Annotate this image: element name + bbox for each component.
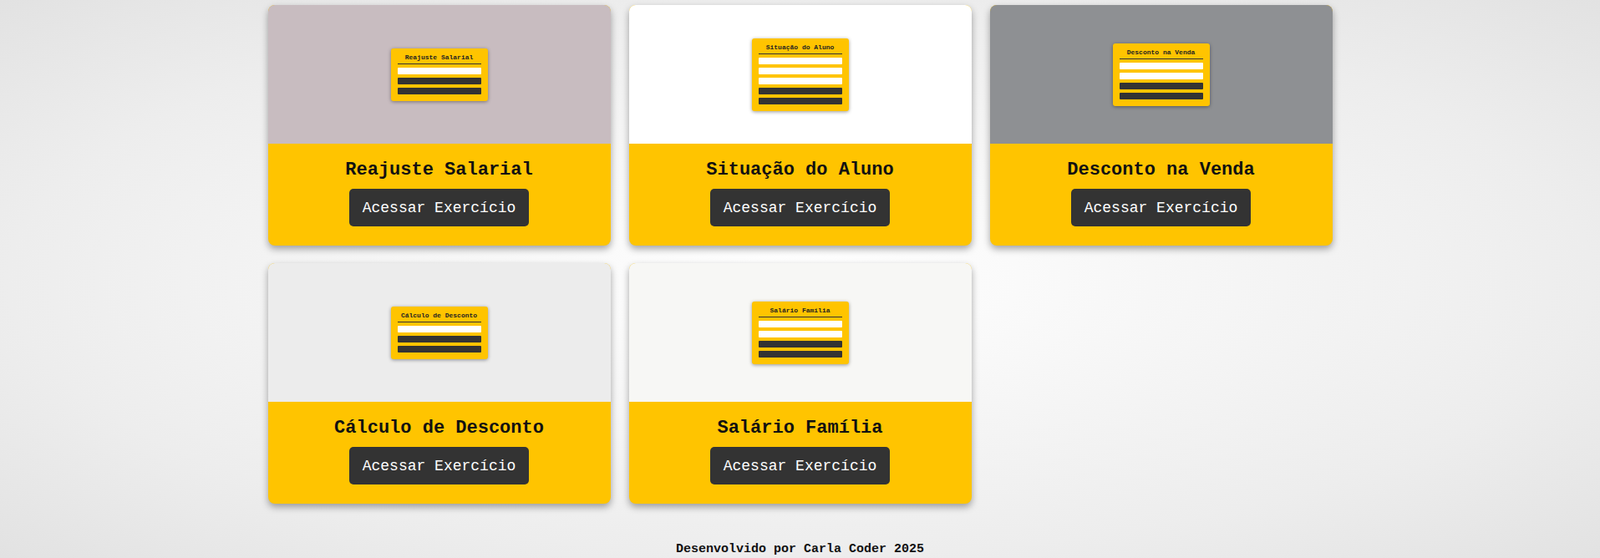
preview-button xyxy=(397,77,482,85)
card-title: Salário Família xyxy=(716,417,883,439)
preview-input xyxy=(1119,72,1204,80)
exercise-card: Salário Família Salário Família Acessar Ex… xyxy=(629,263,972,504)
card-title: Situação do Aluno xyxy=(706,159,894,181)
preview-panel: Reajuste Salarial xyxy=(391,48,488,102)
preview-title: Salário Família xyxy=(758,306,843,318)
preview-button xyxy=(758,350,843,358)
card-body: Reajuste Salarial Acessar Exercício xyxy=(268,143,611,246)
preview-button xyxy=(397,345,482,353)
card-preview: Cálculo de Desconto xyxy=(268,263,611,402)
preview-input xyxy=(758,320,843,328)
access-button[interactable]: Acessar Exercício xyxy=(349,446,530,485)
preview-button xyxy=(758,340,843,348)
preview-input xyxy=(758,330,843,338)
preview-title: Desconto na Venda xyxy=(1119,48,1204,60)
preview-panel: Salário Família xyxy=(751,301,849,365)
preview-button xyxy=(397,335,482,343)
footer: Desenvolvido por Carla Coder 2025 xyxy=(675,542,925,558)
card-preview: Reajuste Salarial xyxy=(268,5,611,144)
preview-input xyxy=(1119,62,1204,70)
exercise-card: Desconto na Venda Desconto na Venda Acessa… xyxy=(990,5,1333,246)
preview-panel: Desconto na Venda xyxy=(1112,43,1210,107)
card-body: Cálculo de Desconto Acessar Exercício xyxy=(268,401,611,504)
preview-input xyxy=(397,67,482,75)
card-body: Salário Família Acessar Exercício xyxy=(629,401,972,504)
preview-button xyxy=(397,87,482,95)
preview-input xyxy=(758,67,843,75)
card-body: Situação do Aluno Acessar Exercício xyxy=(629,143,972,246)
preview-panel: Cálculo de Desconto xyxy=(391,306,488,360)
page: Reajuste Salarial Reajuste Salarial Acessa… xyxy=(0,0,1600,558)
access-button[interactable]: Acessar Exercício xyxy=(710,188,891,227)
exercise-card: Cálculo de Desconto Cálculo de Desconto Ac… xyxy=(268,263,611,504)
preview-title: Cálculo de Desconto xyxy=(397,311,482,323)
preview-title: Reajuste Salarial xyxy=(397,53,482,65)
preview-button xyxy=(758,87,843,95)
access-button[interactable]: Acessar Exercício xyxy=(710,446,891,485)
card-preview: Desconto na Venda xyxy=(990,5,1333,144)
preview-panel: Situação do Aluno xyxy=(751,38,849,112)
preview-button xyxy=(1119,82,1204,90)
preview-button xyxy=(758,97,843,105)
access-button[interactable]: Acessar Exercício xyxy=(1071,188,1252,227)
preview-input xyxy=(758,57,843,65)
card-preview: Situação do Aluno xyxy=(629,5,972,144)
card-title: Reajuste Salarial xyxy=(345,159,533,181)
preview-title: Situação do Aluno xyxy=(758,43,843,55)
card-title: Desconto na Venda xyxy=(1066,159,1255,181)
card-title: Cálculo de Desconto xyxy=(334,417,544,439)
card-preview: Salário Família xyxy=(629,263,972,402)
exercise-grid: Reajuste Salarial Reajuste Salarial Acessa… xyxy=(268,5,1333,504)
preview-input xyxy=(758,77,843,85)
preview-button xyxy=(1119,92,1204,100)
preview-input xyxy=(397,325,482,333)
exercise-card: Situação do Aluno Situação do Aluno Acessa… xyxy=(629,5,972,246)
access-button[interactable]: Acessar Exercício xyxy=(349,188,530,227)
exercise-card: Reajuste Salarial Reajuste Salarial Acessa… xyxy=(268,5,611,246)
card-body: Desconto na Venda Acessar Exercício xyxy=(990,143,1333,246)
